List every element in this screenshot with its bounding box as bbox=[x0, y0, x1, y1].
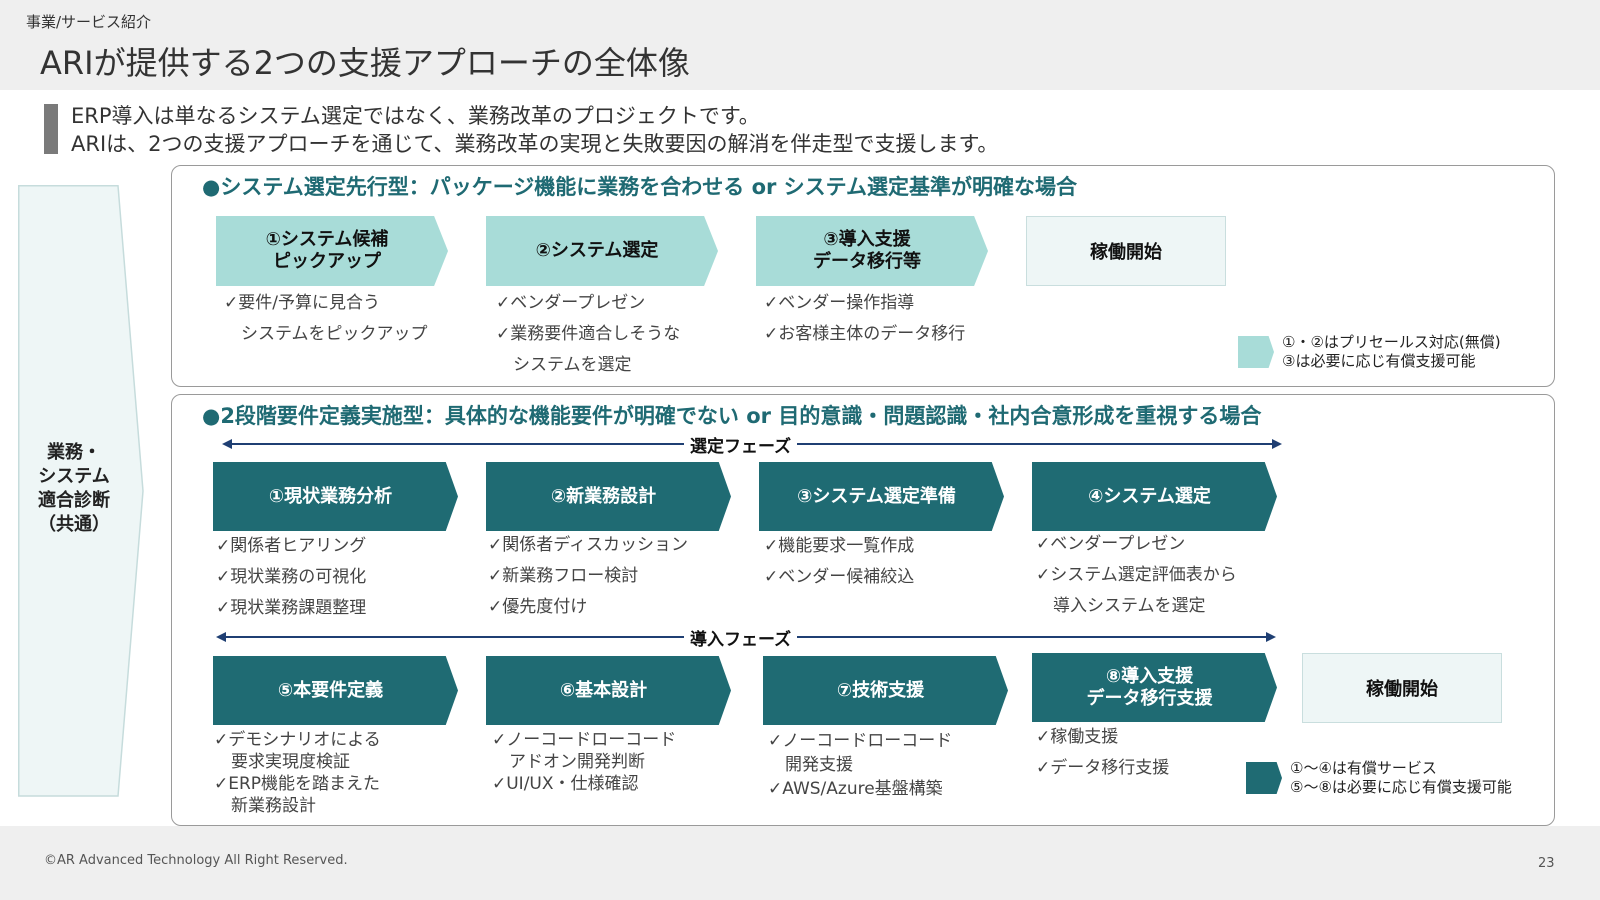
panel2-step-2: ②新業務設計 bbox=[486, 462, 731, 531]
panel2-step-3-items: ✓機能要求一覧作成 ✓ベンダー候補絞込 bbox=[764, 531, 914, 593]
list-item: ✓ノーコードローコード bbox=[768, 731, 953, 751]
panel1-step-3-label: ③導入支援 データ移行等 bbox=[813, 229, 921, 272]
list-item: ✓ベンダー操作指導 bbox=[764, 293, 915, 313]
panel2-step-7: ⑦技術支援 bbox=[763, 656, 1008, 725]
panel2-step-3: ③システム選定準備 bbox=[759, 462, 1004, 531]
panel1-step-2: ②システム選定 bbox=[486, 216, 718, 286]
page-title: ARIが提供する2つの支援アプローチの全体像 bbox=[40, 44, 690, 82]
panel1-step-2-label: ②システム選定 bbox=[535, 240, 659, 261]
panel2-step-6-label: ⑥基本設計 bbox=[559, 679, 648, 701]
copyright: ©AR Advanced Technology All Right Reserv… bbox=[44, 853, 348, 868]
list-item: ✓現状業務課題整理 bbox=[216, 598, 367, 618]
panel2-step-1: ①現状業務分析 bbox=[213, 462, 458, 531]
list-item: ✓要件/予算に見合う bbox=[224, 293, 380, 313]
panel2-step-4-items: ✓ベンダープレゼン ✓システム選定評価表から 導入システムを選定 bbox=[1036, 529, 1237, 622]
list-item: ✓UI/UX・仕様確認 bbox=[492, 774, 639, 794]
list-item: ✓機能要求一覧作成 bbox=[764, 536, 915, 556]
panel2-step-1-items: ✓関係者ヒアリング ✓現状業務の可視化 ✓現状業務課題整理 bbox=[216, 531, 366, 624]
panel1-step-1-label: ①システム候補 ピックアップ bbox=[265, 229, 389, 272]
legend-line: ⑤〜⑧は必要に応じ有償支援可能 bbox=[1290, 778, 1512, 796]
panel2-start-box: 稼働開始 bbox=[1302, 653, 1502, 723]
list-item: ✓関係者ヒアリング bbox=[216, 536, 367, 556]
diagnosis-label: 業務・ システム 適合診断 （共通） bbox=[38, 442, 110, 535]
list-item: ✓新業務フロー検討 bbox=[488, 566, 639, 586]
list-item: ✓デモシナリオによる bbox=[214, 730, 381, 750]
panel2-step-3-label: ③システム選定準備 bbox=[797, 485, 956, 507]
lead-accent-bar bbox=[44, 104, 58, 154]
list-item: ✓データ移行支援 bbox=[1036, 758, 1170, 778]
list-item: アドオン開発判断 bbox=[492, 752, 645, 772]
list-item: ✓関係者ディスカッション bbox=[488, 535, 689, 555]
panel2-legend: ①〜④は有償サービス ⑤〜⑧は必要に応じ有償支援可能 bbox=[1290, 759, 1512, 797]
list-item: ✓ERP機能を踏まえた bbox=[214, 774, 381, 794]
legend-swatch-light bbox=[1238, 336, 1274, 368]
list-item: 要求実現度検証 bbox=[214, 752, 350, 772]
list-item: ✓稼働支援 bbox=[1036, 727, 1119, 747]
list-item: ✓優先度付け bbox=[488, 597, 588, 617]
panel2-step-4: ④システム選定 bbox=[1032, 462, 1277, 531]
panel2-step-7-items: ✓ノーコードローコード 開発支援 ✓AWS/Azure基盤構築 bbox=[768, 729, 952, 801]
phase-2-label: 導入フェーズ bbox=[684, 625, 798, 650]
panel2-step-8-label: ⑧導入支援 データ移行支援 bbox=[1086, 665, 1213, 709]
list-item: 新業務設計 bbox=[214, 796, 316, 816]
legend-line: ①・②はプリセールス対応(無償) bbox=[1282, 333, 1501, 351]
panel1-step-3-items: ✓ベンダー操作指導 ✓お客様主体のデータ移行 bbox=[764, 288, 965, 350]
panel2-step-2-label: ②新業務設計 bbox=[550, 485, 657, 507]
list-item: ✓ベンダー候補絞込 bbox=[764, 567, 915, 587]
list-item: ✓業務要件適合しそうな bbox=[496, 324, 681, 344]
panel-1-heading: ●システム選定先行型：パッケージ機能に業務を合わせる or システム選定基準が明… bbox=[202, 175, 1078, 199]
legend-swatch-dark bbox=[1246, 762, 1282, 794]
panel-2-heading: ●2段階要件定義実施型：具体的な機能要件が明確でない or 目的意識・問題認識・… bbox=[202, 404, 1262, 428]
panel1-start-box: 稼働開始 bbox=[1026, 216, 1226, 286]
panel1-step-1: ①システム候補 ピックアップ bbox=[216, 216, 448, 286]
legend-line: ③は必要に応じ有償支援可能 bbox=[1282, 352, 1476, 370]
phase-1-label: 選定フェーズ bbox=[684, 432, 798, 457]
panel1-step-1-items: ✓要件/予算に見合う システムをピックアップ bbox=[224, 288, 428, 350]
list-item: システムをピックアップ bbox=[224, 324, 428, 344]
list-item: ✓ノーコードローコード bbox=[492, 730, 677, 750]
panel2-step-5: ⑤本要件定義 bbox=[213, 656, 458, 725]
panel2-step-6: ⑥基本設計 bbox=[486, 656, 731, 725]
panel2-step-8-items: ✓稼働支援 ✓データ移行支援 bbox=[1036, 722, 1169, 784]
list-item: ✓お客様主体のデータ移行 bbox=[764, 324, 966, 344]
list-item: ✓AWS/Azure基盤構築 bbox=[768, 779, 943, 799]
list-item: システムを選定 bbox=[496, 355, 632, 375]
list-item: ✓現状業務の可視化 bbox=[216, 567, 367, 587]
panel2-step-1-label: ①現状業務分析 bbox=[268, 485, 393, 507]
panel1-legend: ①・②はプリセールス対応(無償) ③は必要に応じ有償支援可能 bbox=[1282, 333, 1501, 371]
panel2-step-5-items: ✓デモシナリオによる 要求実現度検証 ✓ERP機能を踏まえた 新業務設計 bbox=[214, 729, 381, 817]
page-number: 23 bbox=[1538, 856, 1555, 871]
panel2-step-7-label: ⑦技術支援 bbox=[836, 679, 925, 701]
legend-line: ①〜④は有償サービス bbox=[1290, 759, 1437, 777]
panel1-step-3: ③導入支援 データ移行等 bbox=[756, 216, 988, 286]
lead-line-1: ERP導入は単なるシステム選定ではなく、業務改革のプロジェクトです。 bbox=[71, 104, 760, 128]
panel2-step-6-items: ✓ノーコードローコード アドオン開発判断 ✓UI/UX・仕様確認 bbox=[492, 729, 676, 795]
diagnosis-arrow: 業務・ システム 適合診断 （共通） bbox=[18, 185, 144, 797]
breadcrumb: 事業/サービス紹介 bbox=[26, 13, 152, 31]
list-item: ✓ベンダープレゼン bbox=[496, 293, 646, 313]
list-item: 開発支援 bbox=[768, 755, 853, 775]
list-item: ✓ベンダープレゼン bbox=[1036, 534, 1186, 554]
panel2-step-4-label: ④システム選定 bbox=[1088, 485, 1211, 507]
panel2-step-2-items: ✓関係者ディスカッション ✓新業務フロー検討 ✓優先度付け bbox=[488, 530, 688, 623]
lead-line-2: ARIは、2つの支援アプローチを通じて、業務改革の実現と失敗要因の解消を伴走型で… bbox=[71, 132, 999, 156]
panel2-step-5-label: ⑤本要件定義 bbox=[277, 679, 384, 701]
list-item: ✓システム選定評価表から bbox=[1036, 565, 1237, 585]
panel2-step-8: ⑧導入支援 データ移行支援 bbox=[1032, 653, 1277, 722]
panel1-step-2-items: ✓ベンダープレゼン ✓業務要件適合しそうな システムを選定 bbox=[496, 288, 680, 381]
list-item: 導入システムを選定 bbox=[1036, 596, 1206, 616]
